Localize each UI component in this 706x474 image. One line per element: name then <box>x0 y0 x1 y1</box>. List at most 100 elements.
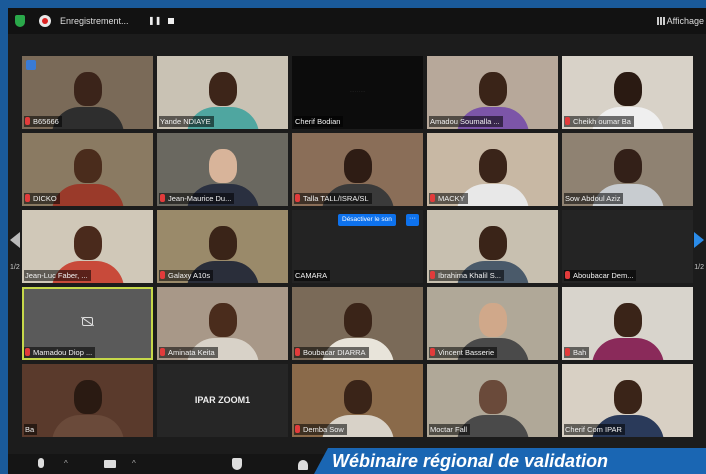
participant-name: Aboubacar Dem... <box>573 271 634 280</box>
participant-name: MACKY <box>438 194 465 203</box>
participant-name: Bah <box>573 348 587 357</box>
participant-face <box>343 149 372 184</box>
participant-name: Aminata Keita <box>168 348 215 357</box>
muted-mic-icon <box>25 348 30 356</box>
participant-tile[interactable]: Yande NDIAYE <box>157 56 288 129</box>
participant-face <box>613 149 642 184</box>
video-options-caret-icon[interactable]: ^ <box>132 459 136 468</box>
participant-name-label: Bah <box>564 347 590 358</box>
participant-tile[interactable]: Aboubacar Dem... <box>562 210 693 283</box>
participant-tile[interactable]: Vincent Basserie <box>427 287 558 360</box>
participant-video <box>51 184 124 206</box>
camera-off-icon <box>82 317 93 326</box>
muted-mic-icon <box>430 194 435 202</box>
participant-name: Boubacar DIARRA <box>303 348 366 357</box>
participant-name-label: DICKO <box>24 193 60 204</box>
participant-display-name: IPAR ZOOM1 <box>194 395 251 405</box>
participant-tile[interactable]: Mamadou Diop ... <box>22 287 153 360</box>
participant-tile[interactable]: Boubacar DIARRA <box>292 287 423 360</box>
participant-face <box>613 72 642 107</box>
participant-name-label: Talla TALL/ISRA/SL <box>294 193 372 204</box>
participant-face <box>73 380 102 415</box>
participant-tile[interactable]: DICKO <box>22 133 153 206</box>
participant-face <box>343 303 372 338</box>
pause-recording-button[interactable]: ❚❚ <box>148 16 161 25</box>
audio-options-caret-icon[interactable]: ^ <box>64 459 68 468</box>
muted-mic-icon <box>25 194 30 202</box>
participant-name-label: Amadou Soumalla ... <box>429 116 503 127</box>
participant-grid: B65666 Yande NDIAYE · · · · · · · · · Cheri… <box>22 56 693 437</box>
participant-tile[interactable]: Bah <box>562 287 693 360</box>
muted-mic-icon <box>295 425 300 433</box>
participant-tile[interactable]: Ibrahima Khalil S... <box>427 210 558 283</box>
participant-tile[interactable]: Moctar Fall <box>427 364 558 437</box>
video-camera-icon[interactable] <box>104 460 116 468</box>
participant-name: Cheikh oumar Ba <box>573 117 631 126</box>
participant-face <box>343 380 372 415</box>
participant-name-label: Sow Abdoul Aziz <box>564 193 624 204</box>
meeting-window: Enregistrement... ❚❚ Affichage B65666 Yan… <box>8 8 706 474</box>
participant-name: Yande NDIAYE <box>160 117 211 126</box>
security-icon[interactable] <box>232 458 242 470</box>
participant-name: Talla TALL/ISRA/SL <box>303 194 369 203</box>
participant-name-label: Galaxy A10s <box>159 270 214 281</box>
participant-tile[interactable]: Désactiver le son ··· CAMARA <box>292 210 423 283</box>
participant-tile[interactable]: IPAR ZOOM1 <box>157 364 288 437</box>
participant-name-label: Vincent Basserie <box>429 347 498 358</box>
stop-recording-button[interactable] <box>168 18 174 24</box>
participants-icon[interactable] <box>298 460 308 470</box>
recording-label: Enregistrement... <box>60 16 129 26</box>
more-options-button[interactable]: ··· <box>406 214 419 226</box>
participant-tile[interactable]: Aminata Keita <box>157 287 288 360</box>
participant-tile[interactable]: Talla TALL/ISRA/SL <box>292 133 423 206</box>
top-bar: Enregistrement... ❚❚ Affichage <box>8 8 706 34</box>
participant-face <box>208 226 237 261</box>
muted-mic-icon <box>25 117 30 125</box>
participant-name-label: CAMARA <box>294 270 331 281</box>
participant-face <box>73 72 102 107</box>
participant-tile[interactable]: Demba Sow <box>292 364 423 437</box>
participant-tile[interactable]: Jean-Maurice Du... <box>157 133 288 206</box>
shield-icon[interactable] <box>15 15 25 27</box>
view-button[interactable]: Affichage <box>656 16 704 26</box>
participant-name-label: Demba Sow <box>294 424 347 435</box>
participant-tile[interactable]: · · · · · · · · · Cherif Bodian <box>292 56 423 129</box>
participant-name: Cherif Bodian <box>295 117 341 126</box>
next-page-button[interactable]: 1/2 <box>692 218 706 288</box>
participant-tile[interactable]: Amadou Soumalla ... <box>427 56 558 129</box>
record-icon <box>39 15 51 27</box>
participant-name: Amadou Soumalla ... <box>430 117 500 126</box>
muted-mic-icon <box>160 271 165 279</box>
muted-mic-icon <box>160 194 165 202</box>
participant-face <box>208 72 237 107</box>
participant-name: Mamadou Diop ... <box>33 348 93 357</box>
participant-tile[interactable]: Galaxy A10s <box>157 210 288 283</box>
chevron-left-icon <box>10 232 20 248</box>
muted-mic-icon <box>295 348 300 356</box>
participant-name-label: Mamadou Diop ... <box>24 347 96 358</box>
prev-page-button[interactable]: 1/2 <box>8 218 22 288</box>
muted-mic-icon <box>565 117 570 125</box>
unmute-button[interactable]: Désactiver le son <box>338 214 396 226</box>
participant-name-label: Ba <box>24 424 38 435</box>
title-banner: Wébinaire régional de validation <box>314 448 706 474</box>
page-indicator-right: 1/2 <box>694 264 704 271</box>
participant-tile[interactable]: B65666 <box>22 56 153 129</box>
participant-name-label: Ibrahima Khalil S... <box>429 270 504 281</box>
microphone-icon[interactable] <box>38 458 44 468</box>
participant-face <box>73 226 102 261</box>
participant-name-label: B65666 <box>24 116 62 127</box>
participant-tile[interactable]: Cheikh oumar Ba <box>562 56 693 129</box>
participant-name: Moctar Fall <box>430 425 468 434</box>
participant-tile[interactable]: Cherif Com IPAR <box>562 364 693 437</box>
participant-name: Jean-Maurice Du... <box>168 194 232 203</box>
participant-name-label: Cherif Com IPAR <box>564 424 625 435</box>
participant-name-label: Boubacar DIARRA <box>294 347 369 358</box>
participant-tile[interactable]: Sow Abdoul Aziz <box>562 133 693 206</box>
participant-name: CAMARA <box>295 271 328 280</box>
participant-name: Ibrahima Khalil S... <box>438 271 501 280</box>
participant-tile[interactable]: Ba <box>22 364 153 437</box>
participant-tile[interactable]: Jean-Luc Faber, ... <box>22 210 153 283</box>
participant-tile[interactable]: MACKY <box>427 133 558 206</box>
participant-name-label: Yande NDIAYE <box>159 116 214 127</box>
